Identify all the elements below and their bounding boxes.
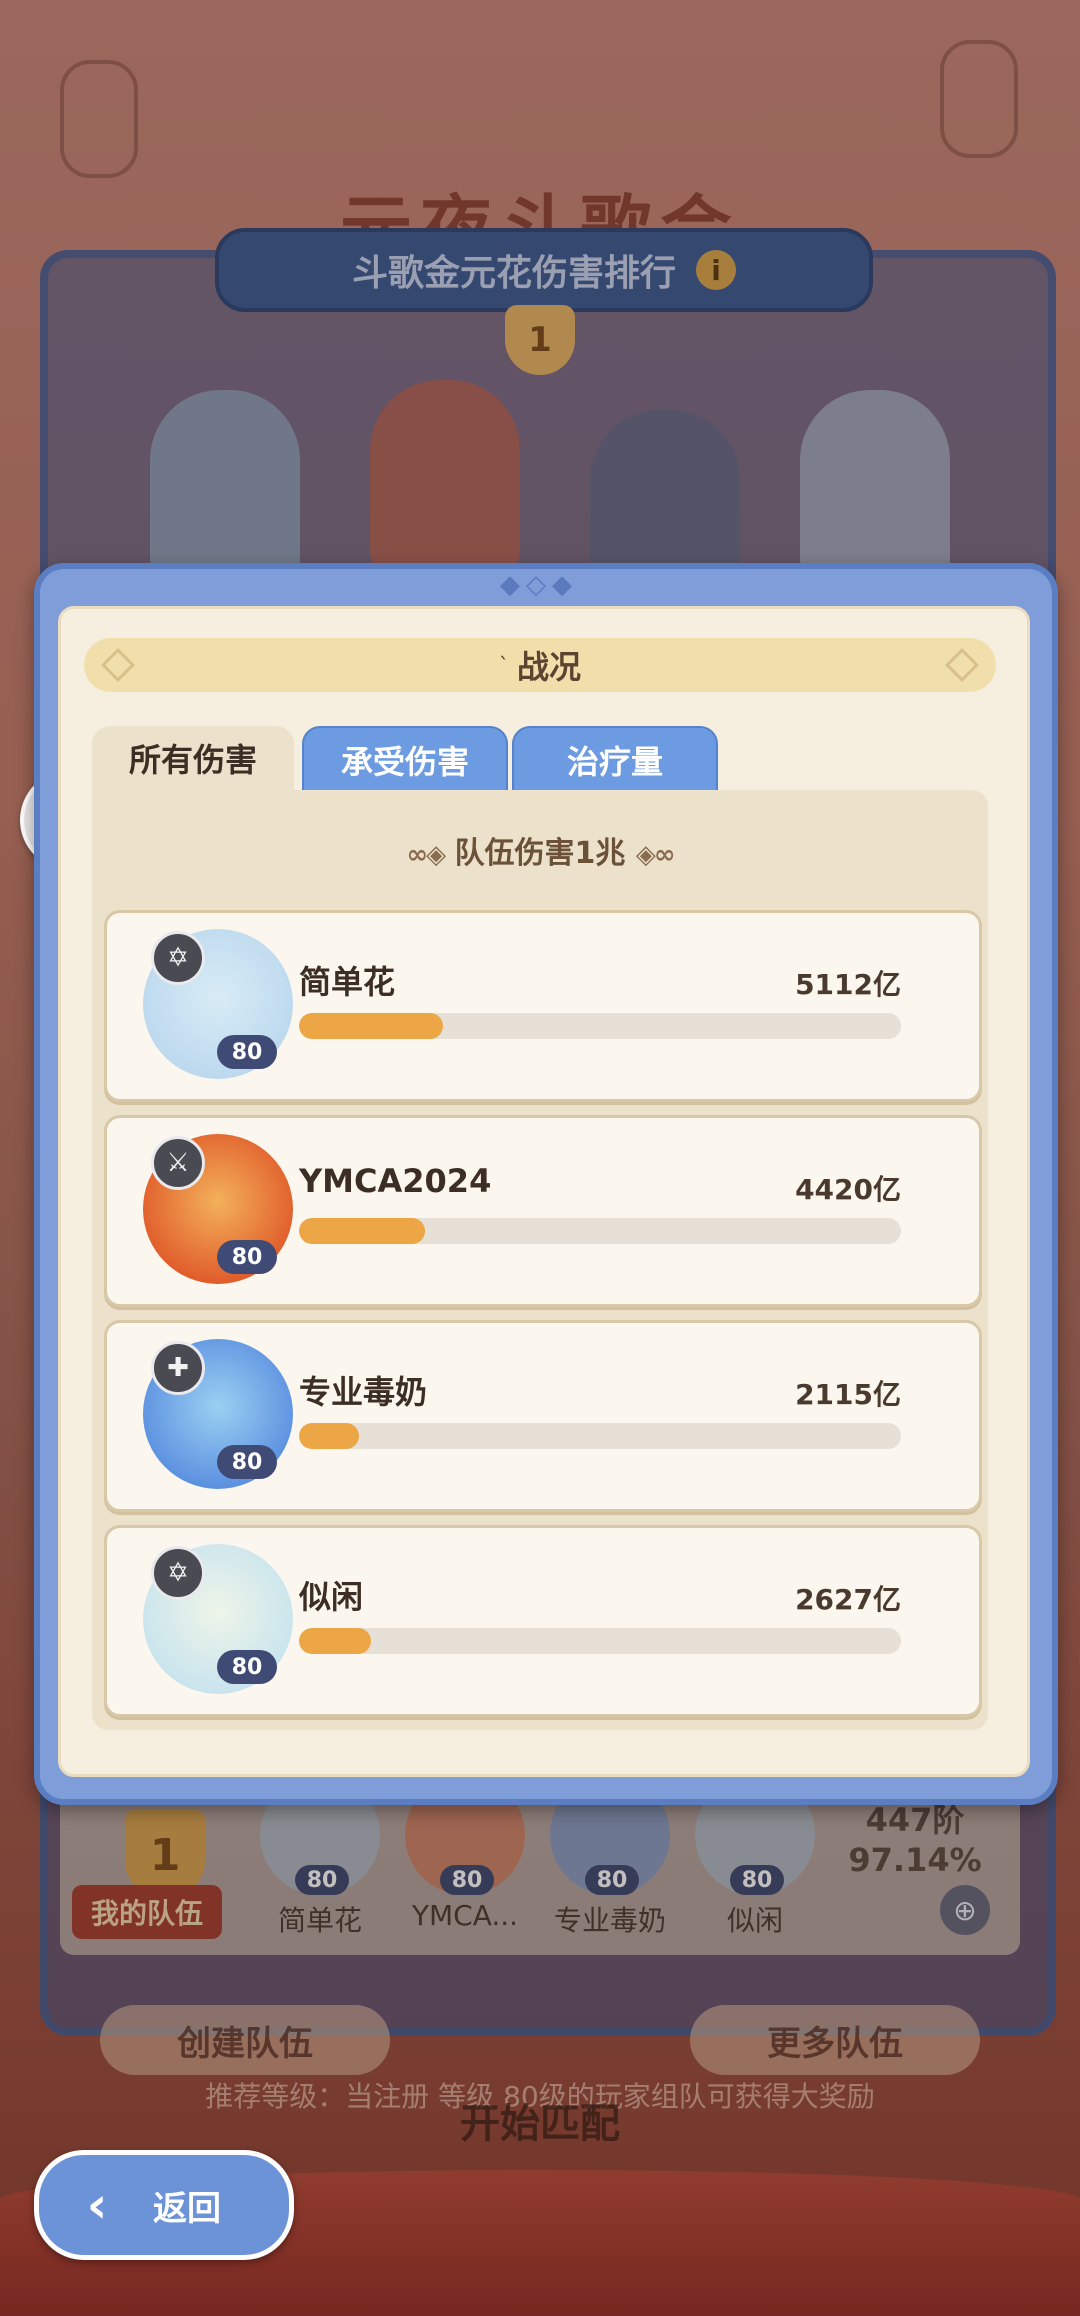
modal-title-bar: ` 战况 bbox=[84, 638, 996, 692]
modal-title: 战况 bbox=[516, 648, 581, 686]
left-ornament-icon: ∞◈ bbox=[406, 840, 446, 870]
cross-role-icon: ✚ bbox=[151, 1341, 205, 1395]
player-name: 似闲 bbox=[299, 1578, 364, 1616]
back-arrow-icon: ‹ bbox=[86, 2176, 108, 2234]
diamond-ornament-icon: ◆◇◆ bbox=[500, 570, 578, 600]
tab-all-damage[interactable]: 所有伤害 bbox=[92, 726, 294, 790]
player-card[interactable]: ✚ 80 专业毒奶 2115亿 bbox=[104, 1320, 982, 1512]
team-total-damage: ∞◈ 队伍伤害1兆 ◈∞ bbox=[92, 828, 988, 872]
sword-role-icon: ⚔ bbox=[151, 1136, 205, 1190]
diamond-icon bbox=[101, 648, 135, 682]
star-role-icon: ✡ bbox=[151, 931, 205, 985]
damage-bar bbox=[299, 1423, 901, 1449]
damage-value: 2627亿 bbox=[795, 1583, 901, 1616]
damage-bar-fill bbox=[299, 1013, 444, 1039]
right-ornament-icon: ◈∞ bbox=[635, 840, 676, 870]
player-card[interactable]: ⚔ 80 YMCA2024 4420亿 bbox=[104, 1115, 982, 1307]
damage-bar-fill bbox=[299, 1628, 372, 1654]
damage-bar bbox=[299, 1628, 901, 1654]
damage-bar bbox=[299, 1218, 901, 1244]
title-mark-icon: ` bbox=[498, 653, 509, 677]
level-badge: 80 bbox=[217, 1445, 277, 1479]
level-badge: 80 bbox=[217, 1240, 277, 1274]
level-badge: 80 bbox=[217, 1650, 277, 1684]
tab-healing[interactable]: 治疗量 bbox=[512, 726, 718, 794]
player-name: 简单花 bbox=[299, 963, 396, 1001]
star-role-icon: ✡ bbox=[151, 1546, 205, 1600]
tab-damage-taken[interactable]: 承受伤害 bbox=[302, 726, 508, 794]
damage-bar-fill bbox=[299, 1423, 360, 1449]
player-name: 专业毒奶 bbox=[299, 1373, 428, 1411]
player-card[interactable]: ✡ 80 简单花 5112亿 bbox=[104, 910, 982, 1102]
damage-bar-fill bbox=[299, 1218, 426, 1244]
team-total-label: 队伍伤害1兆 bbox=[454, 836, 626, 871]
back-button[interactable]: ‹ 返回 bbox=[34, 2150, 294, 2260]
player-card[interactable]: ✡ 80 似闲 2627亿 bbox=[104, 1525, 982, 1717]
diamond-icon bbox=[945, 648, 979, 682]
level-badge: 80 bbox=[217, 1035, 277, 1069]
damage-value: 5112亿 bbox=[795, 968, 901, 1001]
player-name: YMCA2024 bbox=[299, 1162, 492, 1200]
damage-value: 4420亿 bbox=[795, 1173, 901, 1206]
back-button-label: 返回 bbox=[153, 2188, 221, 2229]
damage-bar bbox=[299, 1013, 901, 1039]
damage-value: 2115亿 bbox=[795, 1378, 901, 1411]
